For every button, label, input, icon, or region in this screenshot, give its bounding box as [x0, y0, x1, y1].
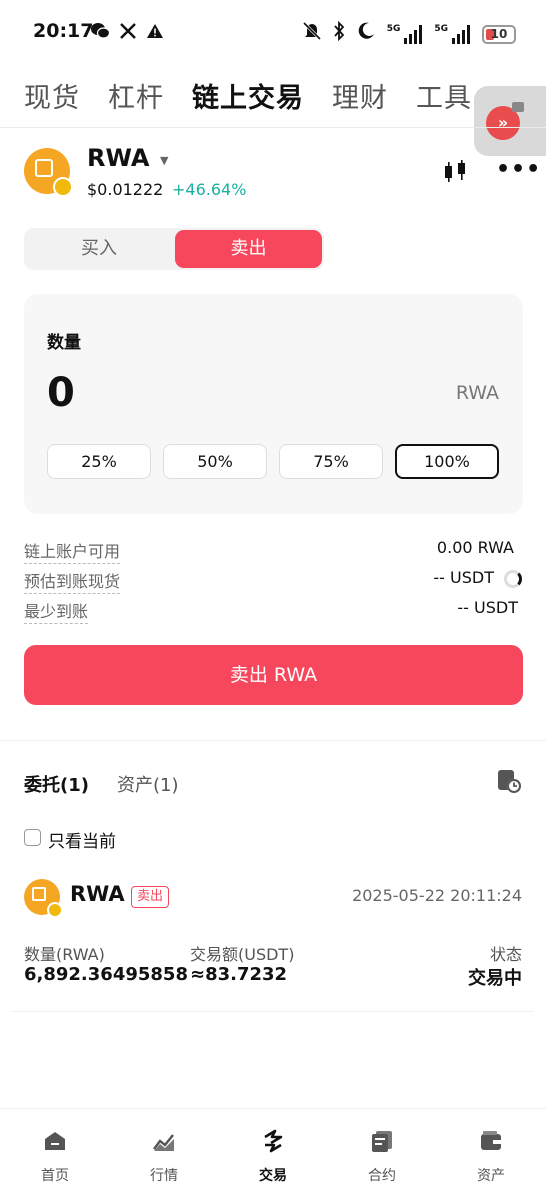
- sell-rwa-button[interactable]: 卖出 RWA: [24, 645, 523, 705]
- tab-margin[interactable]: 杠杆: [108, 76, 164, 115]
- percent-options: 25% 50% 75% 100%: [47, 444, 499, 479]
- bottom-nav: 首页 行情 交易 合约 资产: [0, 1108, 546, 1200]
- tab-earn[interactable]: 理财: [332, 76, 388, 115]
- candlestick-chart-icon[interactable]: [442, 158, 468, 184]
- quantity-unit: RWA: [455, 382, 499, 404]
- minimum-value: -- USDT: [457, 598, 518, 617]
- nav-assets-label: 资产: [477, 1168, 505, 1184]
- tab-tools[interactable]: 工具: [416, 76, 472, 115]
- caret-down-icon[interactable]: ▼: [160, 154, 168, 167]
- order-time: 2025-05-22 20:11:24: [352, 886, 522, 905]
- percent-50-button[interactable]: 50%: [163, 444, 267, 479]
- quantity-card: 数量 0 RWA 25% 50% 75% 100%: [24, 294, 523, 514]
- futures-icon: [372, 1131, 392, 1152]
- buy-sell-toggle: 买入 卖出: [24, 228, 324, 270]
- status-time: 20:17: [33, 20, 94, 42]
- token-change: +46.64%: [172, 180, 247, 199]
- estimate-value: -- USDT: [433, 568, 494, 587]
- market-chart-icon: [153, 1134, 174, 1151]
- token-logo: [24, 879, 63, 918]
- signal-5g-2-icon: 5G: [434, 24, 470, 44]
- nav-home[interactable]: 首页: [0, 1109, 110, 1200]
- order-side-badge: 卖出: [131, 886, 170, 908]
- quantity-input[interactable]: 0: [47, 370, 75, 416]
- minimum-row: 最少到账 -- USDT: [24, 598, 518, 624]
- floating-assistant-widget[interactable]: »: [474, 86, 546, 156]
- trade-swap-icon: [264, 1129, 283, 1153]
- nav-trade[interactable]: 交易: [218, 1109, 328, 1200]
- order-symbol: RWA: [70, 882, 125, 906]
- divider: [0, 127, 546, 128]
- buy-tab[interactable]: 买入: [24, 228, 174, 270]
- tab-spot[interactable]: 现货: [24, 76, 80, 115]
- more-options-icon[interactable]: •••: [496, 159, 541, 181]
- divider: [0, 740, 546, 741]
- status-bar: 20:17 5G 5G 10: [0, 0, 546, 64]
- do-not-disturb-moon-icon: [357, 22, 375, 46]
- tab-onchain-trade[interactable]: 链上交易: [192, 76, 304, 115]
- available-value: 0.00 RWA: [436, 538, 514, 557]
- nav-market-label: 行情: [150, 1168, 178, 1184]
- order-status-value: 交易中: [468, 968, 522, 989]
- tab-orders[interactable]: 委托(1): [24, 771, 89, 797]
- battery-icon: 10: [482, 24, 516, 44]
- loading-spinner-icon: [504, 570, 522, 588]
- token-symbol[interactable]: RWA: [87, 144, 149, 172]
- chain-badge-icon: [47, 902, 63, 918]
- home-icon: [45, 1132, 65, 1150]
- nav-futures-label: 合约: [368, 1168, 396, 1184]
- mute-bell-icon: [302, 21, 321, 47]
- order-history-icon[interactable]: [496, 768, 522, 794]
- token-logo: [24, 148, 73, 197]
- order-amount-label: 交易额(USDT): [190, 945, 295, 964]
- percent-75-button[interactable]: 75%: [279, 444, 383, 479]
- minimum-label[interactable]: 最少到账: [24, 598, 89, 624]
- sell-tab[interactable]: 卖出: [175, 230, 322, 268]
- token-price: $0.01222: [87, 180, 164, 199]
- bluetooth-icon: [333, 20, 345, 47]
- quantity-label: 数量: [47, 333, 81, 353]
- percent-100-button[interactable]: 100%: [395, 444, 499, 479]
- estimate-label[interactable]: 预估到账现货: [24, 568, 121, 594]
- estimate-row: 预估到账现货 -- USDT: [24, 568, 522, 594]
- chain-badge-icon: [53, 177, 73, 197]
- warning-icon: [146, 23, 164, 44]
- available-row: 链上账户可用 0.00 RWA: [24, 538, 518, 564]
- tab-assets[interactable]: 资产(1): [117, 771, 179, 797]
- order-qty-value: 6,892.36495858: [24, 964, 188, 985]
- divider: [12, 1011, 534, 1012]
- order-amount-value: ≈83.7232: [190, 964, 288, 985]
- order-qty-label: 数量(RWA): [24, 945, 105, 964]
- status-notification-icons: [90, 22, 164, 45]
- order-status-label: 状态: [489, 945, 522, 964]
- nav-assets[interactable]: 资产: [436, 1109, 546, 1200]
- available-label[interactable]: 链上账户可用: [24, 538, 121, 564]
- status-system-icons: 5G 5G 10: [302, 20, 516, 47]
- floating-badge-icon: [512, 102, 524, 112]
- top-tabs: 现货 杠杆 链上交易 理财 工具: [24, 76, 472, 115]
- only-current-label[interactable]: 只看当前: [48, 827, 116, 852]
- x-logo-icon: [120, 23, 136, 44]
- nav-market[interactable]: 行情: [109, 1109, 219, 1200]
- only-current-checkbox[interactable]: [24, 829, 41, 846]
- nav-trade-label: 交易: [259, 1168, 287, 1184]
- wallet-icon: [481, 1131, 501, 1150]
- wechat-icon: [90, 22, 111, 45]
- nav-futures[interactable]: 合约: [327, 1109, 437, 1200]
- percent-25-button[interactable]: 25%: [47, 444, 151, 479]
- signal-5g-1-icon: 5G: [387, 24, 423, 44]
- nav-home-label: 首页: [41, 1168, 69, 1184]
